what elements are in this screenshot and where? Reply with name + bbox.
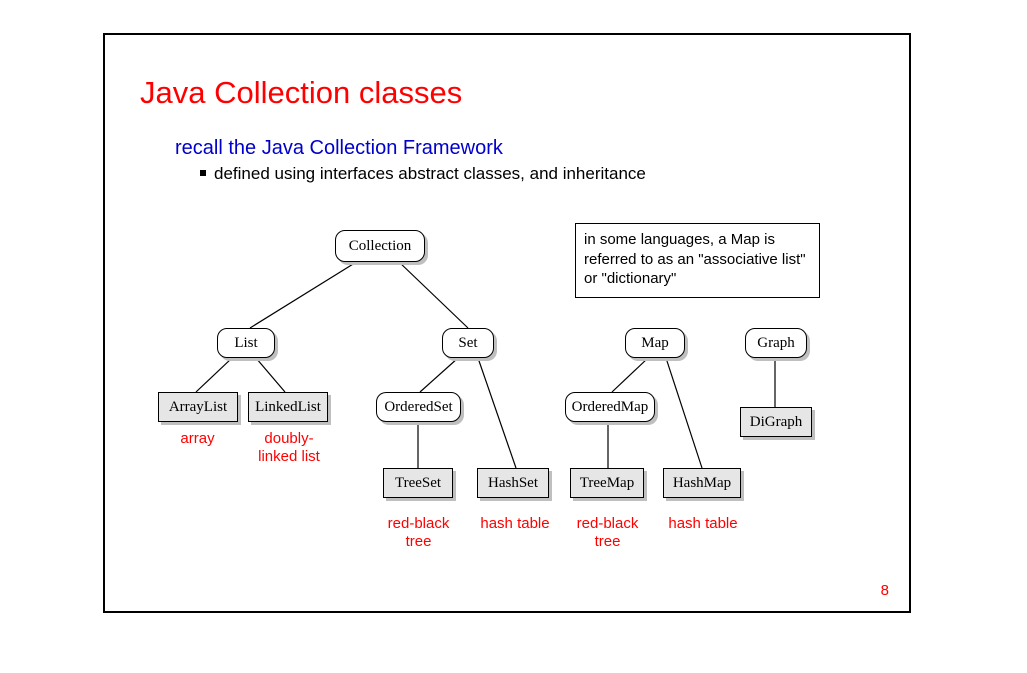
- node-label: TreeSet: [395, 475, 441, 492]
- slide-subtitle: recall the Java Collection Framework: [175, 137, 503, 160]
- node-label: LinkedList: [255, 399, 321, 416]
- bullet-text: defined using interfaces abstract classe…: [214, 164, 646, 183]
- bullet-item: defined using interfaces abstract classe…: [200, 164, 646, 184]
- page-number: 8: [881, 582, 889, 599]
- node-map: Map: [625, 328, 685, 358]
- node-treemap: TreeMap: [570, 468, 644, 498]
- node-label: HashMap: [673, 475, 731, 492]
- node-label: Graph: [757, 335, 795, 352]
- node-collection: Collection: [335, 230, 425, 262]
- node-list: List: [217, 328, 275, 358]
- impl-label-arraylist: array: [160, 430, 235, 448]
- node-label: ArrayList: [169, 399, 227, 416]
- impl-label-linkedlist: doubly- linked list: [249, 430, 329, 466]
- impl-label-hashset: hash table: [475, 515, 555, 533]
- impl-label-treemap: red-black tree: [570, 515, 645, 551]
- node-arraylist: ArrayList: [158, 392, 238, 422]
- node-label: DiGraph: [750, 414, 803, 431]
- node-hashset: HashSet: [477, 468, 549, 498]
- node-label: OrderedSet: [384, 399, 452, 416]
- slide-title: Java Collection classes: [140, 75, 462, 111]
- node-label: Map: [641, 335, 669, 352]
- node-label: OrderedMap: [572, 399, 649, 416]
- node-label: Set: [458, 335, 477, 352]
- node-digraph: DiGraph: [740, 407, 812, 437]
- node-treeset: TreeSet: [383, 468, 453, 498]
- node-label: Collection: [349, 238, 412, 255]
- impl-label-hashmap: hash table: [663, 515, 743, 533]
- node-hashmap: HashMap: [663, 468, 741, 498]
- node-graph: Graph: [745, 328, 807, 358]
- slide-page: 8 Java Collection classes recall the Jav…: [0, 0, 1027, 673]
- node-label: HashSet: [488, 475, 538, 492]
- node-orderedset: OrderedSet: [376, 392, 461, 422]
- node-label: TreeMap: [580, 475, 634, 492]
- impl-label-treeset: red-black tree: [381, 515, 456, 551]
- node-orderedmap: OrderedMap: [565, 392, 655, 422]
- node-label: List: [234, 335, 257, 352]
- bullet-square-icon: [200, 170, 206, 176]
- info-callout-box: in some languages, a Map is referred to …: [575, 223, 820, 298]
- node-linkedlist: LinkedList: [248, 392, 328, 422]
- node-set: Set: [442, 328, 494, 358]
